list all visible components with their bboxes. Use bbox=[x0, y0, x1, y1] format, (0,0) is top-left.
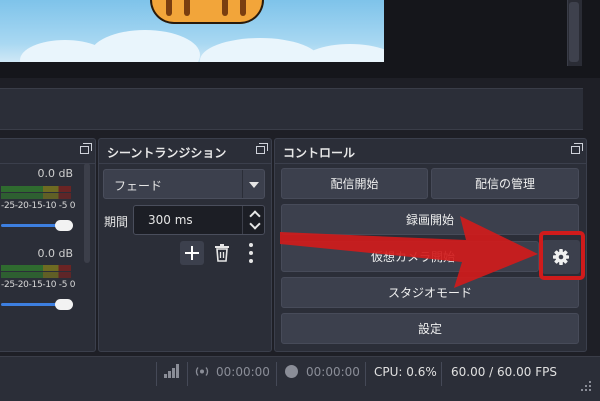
mixer-ch1-meter-r bbox=[1, 193, 71, 199]
audio-mixer-dock: 0.0 dB -25-20-15-10 -5 0 0.0 dB -25-20-1… bbox=[0, 138, 96, 352]
start-streaming-button[interactable]: 配信開始 bbox=[281, 168, 428, 199]
signal-strength-icon bbox=[164, 364, 180, 378]
trash-icon[interactable] bbox=[214, 244, 230, 262]
duration-label: 期間 bbox=[104, 215, 129, 229]
mixer-ch2-ticks: -25-20-15-10 -5 0 bbox=[1, 280, 76, 290]
record-status-icon bbox=[285, 365, 298, 378]
annotation-highlight-box bbox=[539, 231, 585, 280]
add-transition-button[interactable] bbox=[180, 241, 204, 265]
mascot-image bbox=[150, 0, 264, 24]
transitions-title: シーントランジション bbox=[107, 146, 227, 160]
chevron-down-icon bbox=[249, 182, 259, 188]
mixer-ch1-meter bbox=[1, 186, 71, 192]
spin-down-icon[interactable] bbox=[249, 218, 261, 230]
mixer-ch1-fader[interactable] bbox=[1, 224, 59, 227]
mixer-ch1-fader-knob[interactable] bbox=[55, 220, 73, 231]
stream-status-icon bbox=[195, 367, 209, 376]
mixer-scrollbar[interactable] bbox=[84, 163, 90, 263]
mixer-ch2-fader[interactable] bbox=[1, 303, 59, 306]
preview-scroll-thumb[interactable] bbox=[569, 2, 579, 62]
duration-input[interactable]: 300 ms bbox=[133, 205, 265, 235]
mixer-ch2-meter bbox=[1, 265, 71, 271]
manage-broadcast-button[interactable]: 配信の管理 bbox=[431, 168, 579, 199]
duration-value: 300 ms bbox=[148, 213, 193, 227]
mixer-ch1-ticks: -25-20-15-10 -5 0 bbox=[1, 201, 76, 211]
stream-time: 00:00:00 bbox=[216, 365, 270, 379]
mixer-ch2-meter-r bbox=[1, 272, 71, 278]
scene-toolbar bbox=[0, 88, 583, 130]
mixer-ch1-db: 0.0 dB bbox=[37, 167, 73, 180]
dock-float-icon[interactable] bbox=[571, 143, 583, 154]
dock-float-icon[interactable] bbox=[256, 143, 268, 154]
mixer-ch2-db: 0.0 dB bbox=[37, 247, 73, 260]
controls-title: コントロール bbox=[283, 146, 356, 160]
fps-display: 60.00 / 60.00 FPS bbox=[451, 365, 557, 379]
settings-button[interactable]: 設定 bbox=[281, 313, 579, 344]
resize-grip-icon[interactable] bbox=[578, 378, 592, 392]
annotation-arrow bbox=[280, 216, 538, 288]
mixer-ch2-fader-knob[interactable] bbox=[55, 299, 73, 310]
cpu-usage: CPU: 0.6% bbox=[374, 365, 437, 379]
preview-canvas bbox=[0, 0, 384, 62]
more-options-icon[interactable] bbox=[249, 243, 253, 263]
transition-select[interactable]: フェード bbox=[103, 169, 265, 199]
dock-float-icon[interactable] bbox=[80, 143, 92, 154]
transition-selected-value: フェード bbox=[114, 179, 163, 193]
record-time: 00:00:00 bbox=[306, 365, 360, 379]
